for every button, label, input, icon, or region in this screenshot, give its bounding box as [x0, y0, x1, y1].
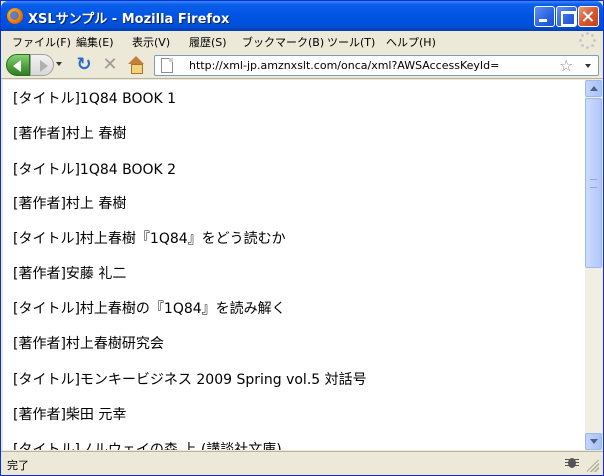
menu-bookmarks[interactable]: ブックマーク(B)	[242, 34, 324, 50]
history-dropdown-icon[interactable]	[56, 62, 62, 66]
content-line: [タイトル]ノルウェイの森 上 (講談社文庫)	[13, 442, 282, 450]
content-line: [タイトル]1Q84 BOOK 2	[13, 162, 177, 178]
content-line: [著作者]村上 春樹	[13, 196, 127, 212]
content-line: [著作者]村上 春樹	[13, 126, 127, 142]
stop-button[interactable]: ✕	[100, 55, 120, 75]
title-bar[interactable]: XSLサンプル - Mozilla Firefox	[1, 1, 603, 31]
status-bar: 完了	[1, 451, 603, 475]
home-button[interactable]	[126, 55, 146, 75]
menu-bar: ファイル(F) 編集(E) 表示(V) 履歴(S) ブックマーク(B) ツール(…	[1, 31, 603, 51]
content-line: [著作者]村上春樹研究会	[13, 336, 164, 352]
window-title: XSLサンプル - Mozilla Firefox	[28, 12, 230, 27]
navigation-toolbar: ↻ ✕ http://xml-jp.amznxslt.com/onca/xml?…	[1, 52, 603, 79]
resize-grip-icon[interactable]	[587, 460, 599, 472]
scroll-thumb[interactable]	[585, 98, 602, 268]
menu-view[interactable]: 表示(V)	[132, 34, 170, 50]
close-icon	[579, 7, 598, 26]
minimize-icon	[535, 7, 554, 26]
content-line: [タイトル]1Q84 BOOK 1	[13, 91, 177, 107]
close-button[interactable]	[578, 6, 599, 27]
minimize-button[interactable]	[534, 6, 555, 27]
throbber-icon	[579, 32, 597, 50]
url-input[interactable]: http://xml-jp.amznxslt.com/onca/xml?AWSA…	[189, 59, 499, 72]
content-line: [タイトル]村上春樹『1Q84』をどう読むか	[13, 231, 286, 247]
menu-history[interactable]: 履歴(S)	[189, 34, 227, 50]
bug-icon[interactable]	[564, 455, 580, 471]
menu-file[interactable]: ファイル(F)	[12, 34, 71, 50]
scroll-up-button[interactable]	[585, 80, 602, 97]
content-line: [タイトル]モンキービジネス 2009 Spring vol.5 対話号	[13, 372, 367, 388]
maximize-icon	[557, 7, 576, 26]
forward-button[interactable]	[30, 54, 54, 76]
bookmark-star-icon[interactable]: ☆	[559, 56, 573, 75]
vertical-scrollbar[interactable]	[585, 80, 602, 450]
scroll-down-button[interactable]	[585, 433, 602, 450]
status-text: 完了	[7, 459, 29, 472]
back-button[interactable]	[6, 54, 30, 76]
page-icon	[161, 58, 173, 73]
content-line: [著作者]安藤 礼二	[13, 266, 127, 282]
reload-button[interactable]: ↻	[74, 55, 94, 75]
content-line: [タイトル]村上春樹の『1Q84』を読み解く	[13, 301, 286, 317]
address-bar[interactable]: http://xml-jp.amznxslt.com/onca/xml?AWSA…	[154, 55, 599, 76]
url-dropdown-icon[interactable]	[585, 64, 591, 68]
menu-help[interactable]: ヘルプ(H)	[386, 34, 436, 50]
content-line: [著作者]柴田 元幸	[13, 407, 127, 423]
maximize-button[interactable]	[556, 6, 577, 27]
menu-edit[interactable]: 編集(E)	[76, 34, 114, 50]
menu-tools[interactable]: ツール(T)	[327, 34, 375, 50]
browser-window: XSLサンプル - Mozilla Firefox ファイル(F) 編集(E) …	[0, 0, 604, 476]
firefox-logo-icon[interactable]	[7, 8, 23, 24]
page-content: [タイトル]1Q84 BOOK 1 [著作者]村上 春樹 [タイトル]1Q84 …	[3, 80, 585, 450]
